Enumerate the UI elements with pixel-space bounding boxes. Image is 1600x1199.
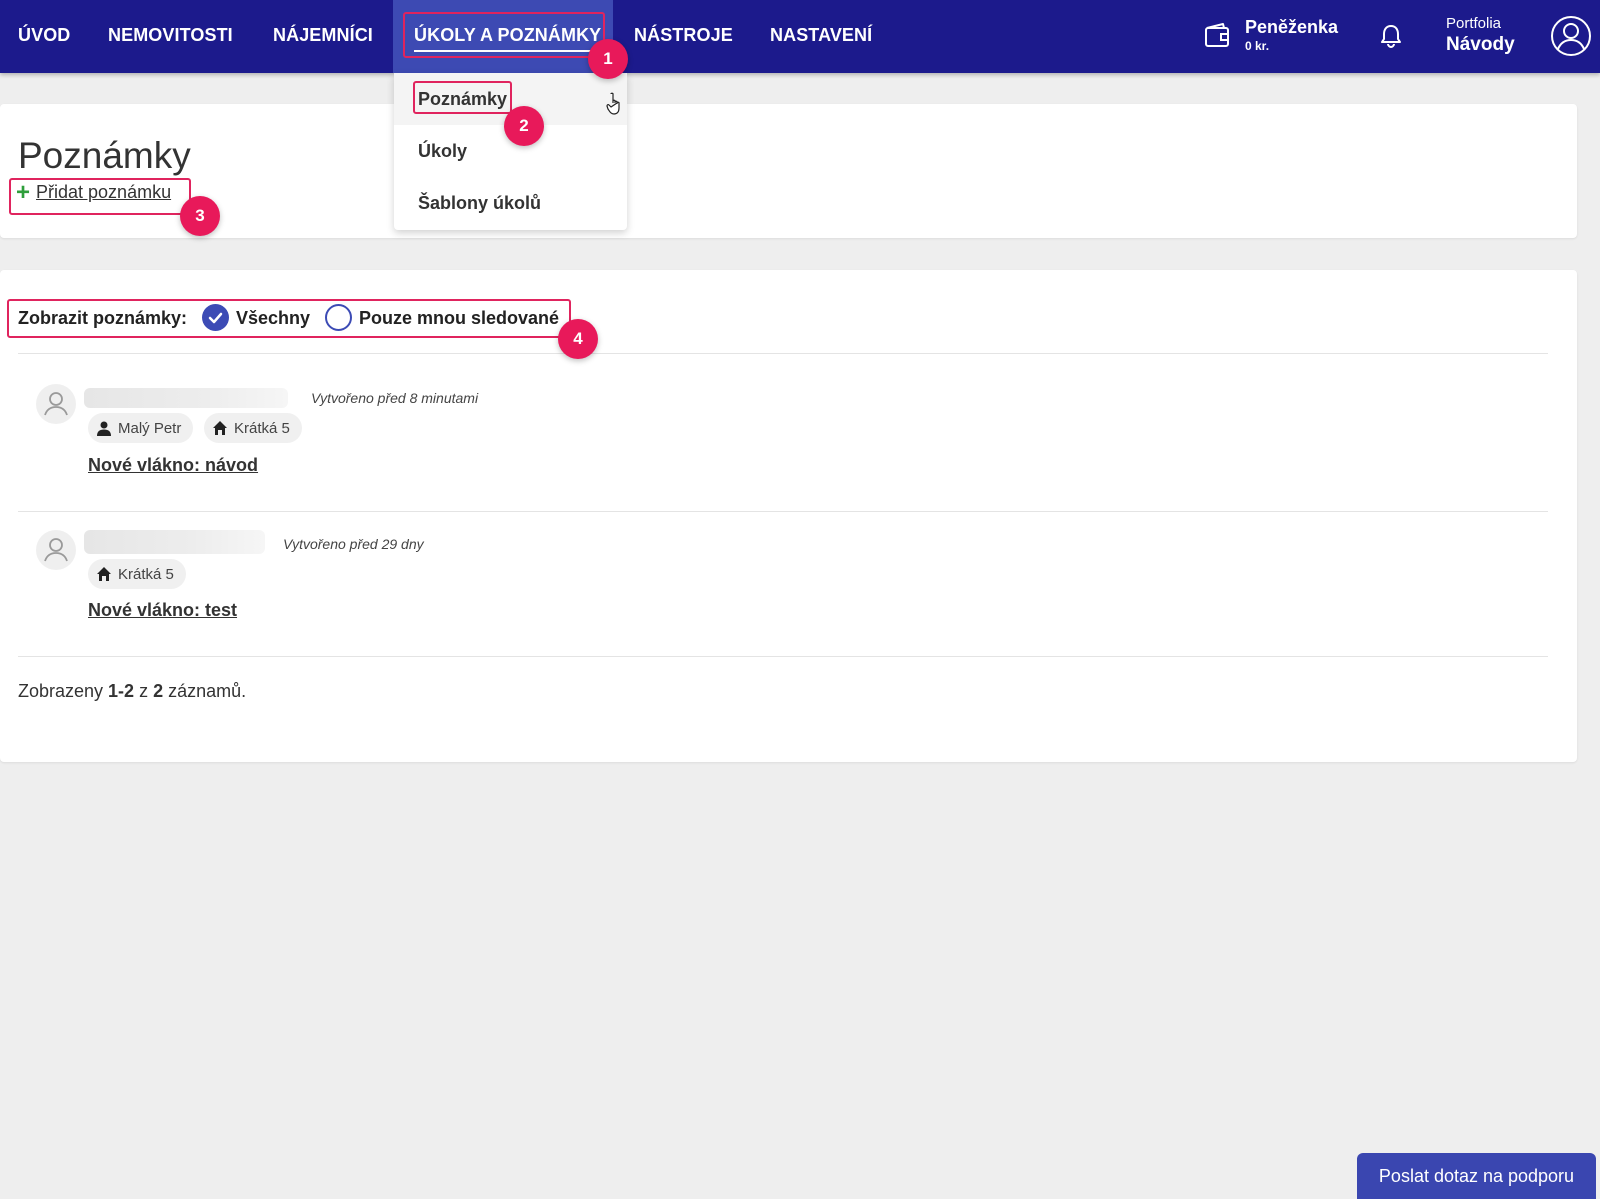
radio-all-label[interactable]: Všechny <box>236 308 310 329</box>
page-title: Poznámky <box>18 135 191 176</box>
note-title-link[interactable]: Nové vlákno: test <box>88 600 237 621</box>
add-note-label[interactable]: Přidat poznámku <box>36 182 171 203</box>
add-note-link[interactable]: + Přidat poznámku <box>16 178 171 206</box>
filter-label: Zobrazit poznámky: <box>18 308 188 328</box>
support-request-button[interactable]: Poslat dotaz na podporu <box>1357 1153 1596 1199</box>
nav-item-nemovitosti[interactable]: NEMOVITOSTI <box>108 0 233 73</box>
author-avatar <box>36 384 76 424</box>
top-navigation: ÚVOD NEMOVITOSTI NÁJEMNÍCI ÚKOLY A POZNÁ… <box>0 0 1600 73</box>
divider <box>18 353 1548 354</box>
page-header-card <box>0 104 1577 238</box>
tasks-notes-dropdown: Poznámky Úkoly Šablony úkolů <box>394 73 627 230</box>
divider <box>18 656 1548 657</box>
note-title-link[interactable]: Nové vlákno: návod <box>88 455 258 476</box>
dropdown-item-ukoly[interactable]: Úkoly <box>418 141 467 162</box>
radio-all-selected[interactable] <box>202 304 229 331</box>
step-badge-3: 3 <box>180 196 220 236</box>
wallet-amount: 0 kr. <box>1245 39 1270 53</box>
summary-range: 1-2 <box>108 681 135 701</box>
tag-chip-property[interactable]: Krátká 5 <box>88 559 186 589</box>
person-icon <box>97 421 111 436</box>
summary-total: 2 <box>153 681 164 701</box>
home-icon <box>213 421 227 435</box>
plus-icon: + <box>16 178 31 206</box>
dropdown-item-sablony-ukolu[interactable]: Šablony úkolů <box>418 193 541 214</box>
nav-item-nastaveni[interactable]: NASTAVENÍ <box>770 0 872 73</box>
note-created-time: Vytvořeno před 29 dny <box>283 536 424 552</box>
author-avatar <box>36 530 76 570</box>
check-icon <box>208 312 223 324</box>
divider <box>18 511 1548 512</box>
nav-item-nastroje[interactable]: NÁSTROJE <box>634 0 733 73</box>
step-badge-4: 4 <box>558 319 598 359</box>
tag-label: Malý Petr <box>118 419 182 437</box>
nav-item-ukoly-a-poznamky[interactable]: ÚKOLY A POZNÁMKY <box>414 0 601 73</box>
summary-middle: z <box>134 681 154 701</box>
note-created-time: Vytvořeno před 8 minutami <box>311 390 479 406</box>
wallet-title[interactable]: Peněženka <box>1245 17 1338 38</box>
portfolio-label[interactable]: Portfolia <box>1446 15 1501 32</box>
home-icon <box>97 567 111 581</box>
nav-item-uvod[interactable]: ÚVOD <box>18 0 70 73</box>
summary-prefix: Zobrazeny <box>18 681 109 701</box>
nav-item-najemnici[interactable]: NÁJEMNÍCI <box>273 0 373 73</box>
person-outline-icon <box>44 538 68 562</box>
bell-icon[interactable] <box>1380 24 1402 48</box>
tag-label: Krátká 5 <box>234 419 290 437</box>
summary-suffix: záznamů. <box>163 681 247 701</box>
hand-cursor-icon <box>606 92 620 115</box>
wallet-icon[interactable] <box>1204 22 1230 48</box>
author-name-blurred <box>84 530 265 554</box>
radio-followed[interactable] <box>325 304 352 331</box>
tag-label: Krátká 5 <box>118 565 174 583</box>
step-badge-1: 1 <box>588 39 628 79</box>
tag-chip-property[interactable]: Krátká 5 <box>204 413 302 443</box>
author-name-blurred <box>84 388 288 408</box>
tag-chip-tenant[interactable]: Malý Petr <box>88 413 194 443</box>
user-circle-icon[interactable] <box>1550 15 1592 57</box>
pagination-summary: Zobrazeny 1-2 z 2 záznamů. <box>18 681 246 702</box>
step-badge-2: 2 <box>504 106 544 146</box>
portfolio-name[interactable]: Návody <box>1446 34 1515 56</box>
dropdown-item-poznamky[interactable]: Poznámky <box>418 89 507 110</box>
radio-followed-label[interactable]: Pouze mnou sledované <box>359 308 559 329</box>
person-outline-icon <box>44 392 68 416</box>
nav-active-underline <box>414 50 592 52</box>
